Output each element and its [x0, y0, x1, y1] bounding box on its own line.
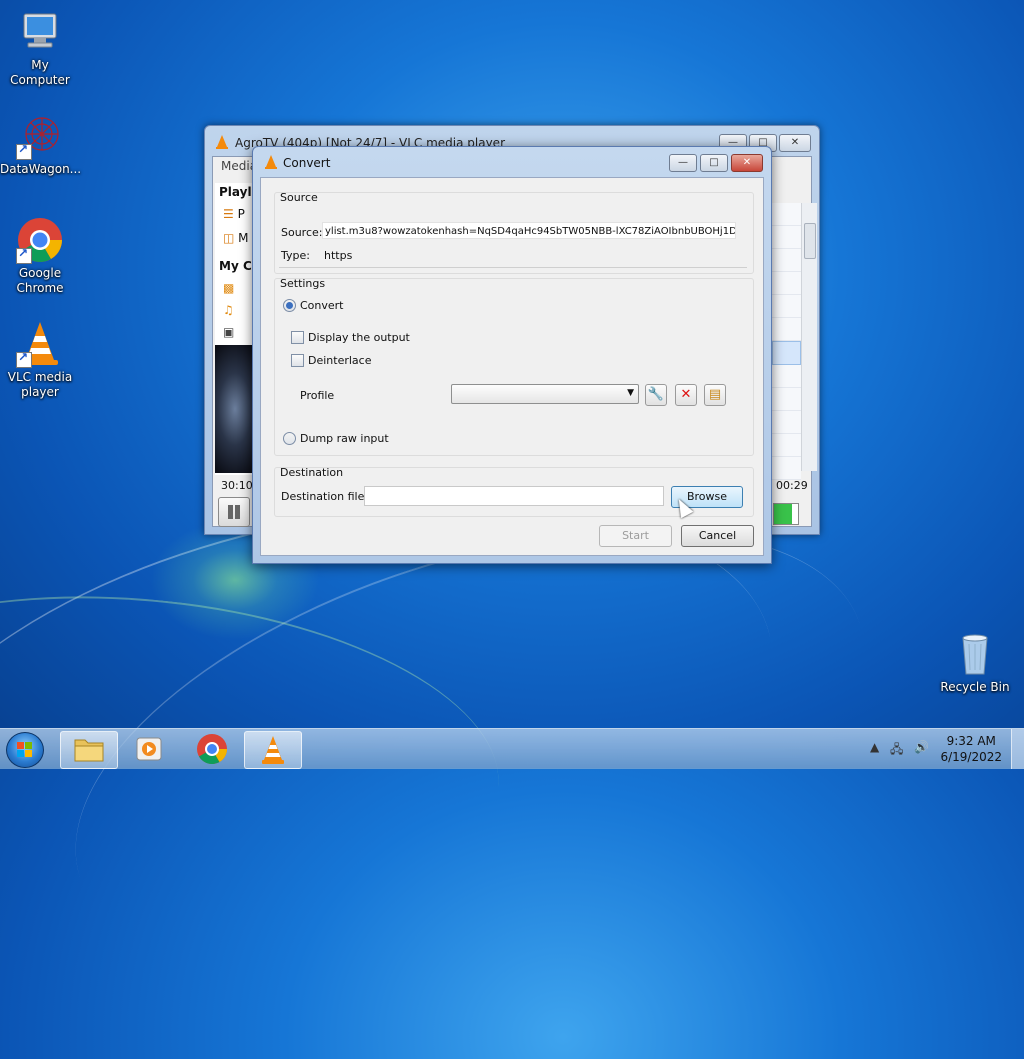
computer-icon [16, 8, 64, 56]
deinterlace-label[interactable]: Deinterlace [308, 354, 371, 367]
new-profile-icon: ▤ [708, 387, 722, 402]
sidebar-item-label: M [238, 231, 249, 245]
close-button[interactable]: ✕ [731, 154, 763, 172]
playlist-icon: ☰ [223, 207, 234, 221]
destination-file-label: Destination file: [281, 490, 369, 503]
system-clock[interactable]: 9:32 AM 6/19/2022 [940, 733, 1002, 765]
start-button[interactable] [6, 732, 44, 768]
music-icon: ♫ [223, 303, 234, 317]
sidebar-item-pictures[interactable]: ▣ [223, 325, 234, 339]
sidebar-item-playlist[interactable]: ☰ P [223, 207, 245, 221]
media-player-icon [136, 737, 162, 761]
chrome-icon [197, 734, 227, 765]
display-output-checkbox[interactable] [291, 331, 304, 344]
taskbar-media-player[interactable] [121, 731, 177, 767]
shortcut-arrow-icon [16, 350, 32, 368]
new-profile-button[interactable]: ▤ [704, 384, 726, 406]
chrome-icon [16, 216, 64, 264]
volume-slider[interactable] [773, 503, 799, 525]
display-output-label[interactable]: Display the output [308, 331, 410, 344]
deinterlace-checkbox[interactable] [291, 354, 304, 367]
show-hidden-icons-icon[interactable]: ▲ [870, 740, 879, 754]
settings-group-title: Settings [280, 277, 326, 290]
sidebar-item-music[interactable]: ♫ [223, 303, 234, 317]
dump-raw-radio[interactable] [283, 432, 296, 445]
pause-button[interactable] [218, 497, 250, 527]
vlc-icon [16, 320, 64, 368]
taskbar-explorer[interactable] [60, 731, 118, 769]
maximize-button[interactable]: □ [700, 154, 728, 172]
dialog-title: Convert [283, 156, 331, 170]
taskbar-chrome[interactable] [184, 731, 240, 767]
desktop-icon-google-chrome[interactable]: Google Chrome [0, 216, 80, 296]
film-icon: ▩ [223, 281, 235, 295]
desktop-icon-label: VLC media player [7, 370, 73, 399]
start-button[interactable]: Start [599, 525, 672, 547]
desktop-icon-recycle-bin[interactable]: Recycle Bin [935, 630, 1015, 695]
taskbar: ▲ 🖧 🔊 9:32 AM 6/19/2022 [0, 728, 1024, 769]
playlist-list[interactable] [771, 203, 817, 480]
type-value: https [324, 249, 353, 262]
taskbar-vlc[interactable] [244, 731, 302, 769]
shortcut-arrow-icon [16, 142, 32, 160]
cancel-button[interactable]: Cancel [681, 525, 754, 547]
volume-icon[interactable]: 🔊 [914, 740, 929, 754]
network-icon[interactable]: 🖧 [890, 740, 903, 761]
recycle-bin-icon [951, 630, 999, 678]
source-group: Source Source: ylist.m3u8?wowzatokenhash… [274, 191, 754, 274]
destination-group-title: Destination [280, 466, 344, 479]
sidebar-item-videos[interactable]: ▩ [223, 281, 234, 295]
playlist-scrollbar[interactable] [801, 203, 817, 471]
clock-date: 6/19/2022 [940, 750, 1002, 764]
divider [279, 267, 747, 268]
picture-icon: ▣ [223, 325, 235, 339]
minimize-button[interactable]: — [669, 154, 697, 172]
desktop-icon-vlc[interactable]: VLC media player [0, 320, 80, 400]
desktop-icon-label: DataWagon... [0, 162, 82, 176]
settings-group: Settings Convert Display the output Dein… [274, 277, 754, 456]
sidebar-item-media-library[interactable]: ◫ M [223, 231, 249, 245]
sidebar-item-label: P [237, 207, 245, 221]
source-field[interactable]: ylist.m3u8?wowzatokenhash=NqSD4qaHc94SbT… [322, 222, 736, 239]
profile-select[interactable]: ▼ [451, 384, 639, 404]
destination-file-input[interactable] [364, 486, 664, 506]
vlc-icon [262, 736, 284, 764]
datawagon-icon [16, 112, 64, 160]
source-group-title: Source [280, 191, 318, 204]
dump-raw-label[interactable]: Dump raw input [300, 432, 389, 445]
convert-label[interactable]: Convert [300, 299, 344, 312]
close-button[interactable]: ✕ [779, 134, 811, 152]
desktop-icon-datawagon[interactable]: DataWagon... [0, 112, 82, 177]
database-icon: ◫ [223, 231, 235, 245]
shortcut-arrow-icon [16, 246, 32, 264]
clock-time: 9:32 AM [946, 734, 996, 748]
profile-label: Profile [300, 389, 335, 402]
edit-profile-button[interactable]: 🔧 [645, 384, 667, 406]
source-label: Source: [281, 226, 323, 239]
vlc-title-icon [263, 154, 279, 173]
folder-icon [74, 739, 104, 762]
vlc-title-icon [214, 134, 230, 153]
convert-dialog[interactable]: Convert — □ ✕ Source Source: ylist.m3u8?… [252, 146, 772, 564]
convert-radio[interactable] [283, 299, 296, 312]
dialog-body: Source Source: ylist.m3u8?wowzatokenhash… [260, 177, 764, 556]
elapsed-time: 30:10 [221, 479, 253, 492]
chevron-down-icon: ▼ [627, 388, 634, 398]
type-label: Type: [281, 249, 310, 262]
show-desktop-button[interactable] [1011, 729, 1024, 769]
delete-icon: ✕ [680, 387, 692, 402]
desktop-icon-label: Google Chrome [16, 266, 64, 295]
wrench-icon: 🔧 [647, 387, 665, 402]
delete-profile-button[interactable]: ✕ [675, 384, 697, 406]
desktop-icon-my-computer[interactable]: My Computer [0, 8, 80, 88]
total-time: 00:29 [776, 479, 808, 492]
windows-logo-icon [17, 742, 33, 758]
desktop-icon-label: My Computer [10, 58, 70, 87]
desktop-icon-label: Recycle Bin [940, 680, 1010, 694]
